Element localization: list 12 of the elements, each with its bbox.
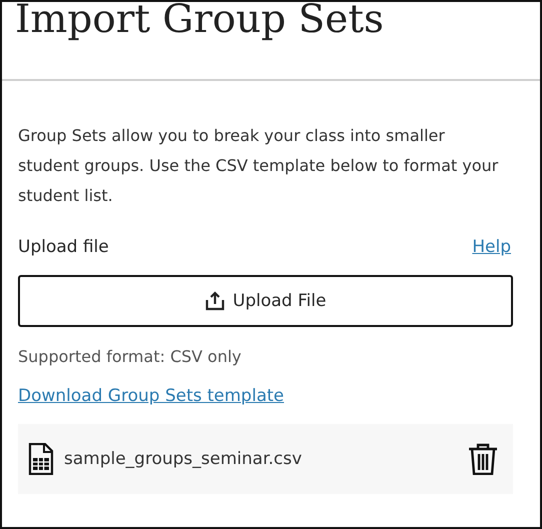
format-note: Supported format: CSV only <box>18 347 242 366</box>
description-text: Group Sets allow you to break your class into smaller student groups. Use the CSV template below to format your student list. <box>18 125 500 207</box>
page-title: Import Group Sets <box>15 2 384 44</box>
spreadsheet-file-icon <box>28 443 54 475</box>
upload-icon <box>204 291 225 311</box>
upload-file-button[interactable]: Upload File <box>18 275 513 327</box>
file-name: sample_groups_seminar.csv <box>64 449 303 469</box>
template-download-link[interactable]: Download Group Sets template <box>18 386 284 406</box>
upload-label: Upload file <box>18 237 109 257</box>
delete-button[interactable] <box>468 443 498 475</box>
trash-icon <box>468 443 498 475</box>
help-link[interactable]: Help <box>472 237 511 257</box>
